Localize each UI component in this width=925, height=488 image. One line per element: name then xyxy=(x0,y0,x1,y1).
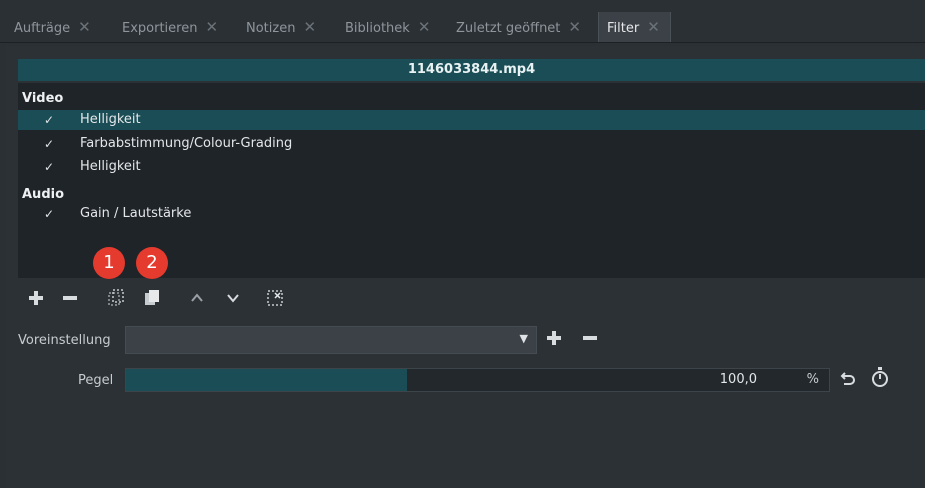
list-item[interactable]: ✓ Farbabstimmung/Colour-Grading xyxy=(18,134,925,154)
list-item[interactable]: ✓ Helligkeit xyxy=(18,157,925,177)
close-icon[interactable]: ✕ xyxy=(303,18,316,36)
close-icon[interactable]: ✕ xyxy=(205,18,218,36)
filter-label: Helligkeit xyxy=(80,112,141,127)
preset-select[interactable]: ▼ xyxy=(125,326,537,354)
check-icon[interactable]: ✓ xyxy=(44,157,54,177)
pegel-unit: % xyxy=(806,372,819,387)
close-icon[interactable]: ✕ xyxy=(647,18,660,36)
tab-label: Bibliothek xyxy=(345,21,410,36)
remove-preset-icon[interactable] xyxy=(582,330,598,351)
preset-label: Voreinstellung xyxy=(18,333,111,348)
add-icon[interactable] xyxy=(24,286,48,310)
check-icon[interactable]: ✓ xyxy=(44,110,54,130)
tab-label: Aufträge xyxy=(14,21,71,36)
slider-fill xyxy=(126,369,408,391)
clip-filename: 1146033844.mp4 xyxy=(18,59,925,81)
pegel-slider[interactable]: 100,0 % xyxy=(125,368,830,392)
move-up-icon[interactable] xyxy=(185,286,209,310)
paste-icon[interactable] xyxy=(140,286,164,310)
close-icon[interactable]: ✕ xyxy=(418,18,431,36)
pegel-value[interactable]: 100,0 xyxy=(720,372,757,387)
tab-auftraege[interactable]: Aufträge ✕ xyxy=(14,12,91,42)
list-item[interactable]: ✓ Helligkeit xyxy=(18,110,925,130)
annotation-badge-2: 2 xyxy=(136,247,168,279)
close-icon[interactable]: ✕ xyxy=(78,18,91,36)
move-down-icon[interactable] xyxy=(221,286,245,310)
tab-label: Notizen xyxy=(246,21,296,36)
tab-bibliothek[interactable]: Bibliothek ✕ xyxy=(345,12,430,42)
tab-label: Zuletzt geöffnet xyxy=(456,21,561,36)
tab-exportieren[interactable]: Exportieren ✕ xyxy=(122,12,218,42)
list-item[interactable]: ✓ Gain / Lautstärke xyxy=(18,204,925,224)
deselect-icon[interactable] xyxy=(263,286,287,310)
tab-notizen[interactable]: Notizen ✕ xyxy=(246,12,316,42)
tab-label: Exportieren xyxy=(122,21,198,36)
add-preset-icon[interactable] xyxy=(546,330,562,351)
pegel-label: Pegel xyxy=(78,373,114,388)
keyframe-stopwatch-icon[interactable] xyxy=(870,366,890,393)
annotation-badge-1: 1 xyxy=(93,247,125,279)
filter-label: Helligkeit xyxy=(80,159,141,174)
video-group-header: Video xyxy=(22,91,64,106)
dropdown-arrow-icon[interactable]: ▼ xyxy=(520,332,528,345)
filter-label: Farbabstimmung/Colour-Grading xyxy=(80,136,293,151)
close-icon[interactable]: ✕ xyxy=(568,18,581,36)
reset-icon[interactable] xyxy=(838,370,856,393)
check-icon[interactable]: ✓ xyxy=(44,204,54,224)
copy-icon[interactable] xyxy=(104,286,128,310)
tab-bar: Aufträge ✕ Exportieren ✕ Notizen ✕ Biblioth… xyxy=(0,0,925,43)
tab-zuletzt-geoeffnet[interactable]: Zuletzt geöffnet ✕ xyxy=(456,12,581,42)
audio-group-header: Audio xyxy=(22,187,65,202)
tab-label: Filter xyxy=(607,21,640,36)
remove-icon[interactable] xyxy=(58,286,82,310)
filter-label: Gain / Lautstärke xyxy=(80,206,192,221)
tab-filter[interactable]: Filter ✕ xyxy=(598,12,671,42)
check-icon[interactable]: ✓ xyxy=(44,134,54,154)
